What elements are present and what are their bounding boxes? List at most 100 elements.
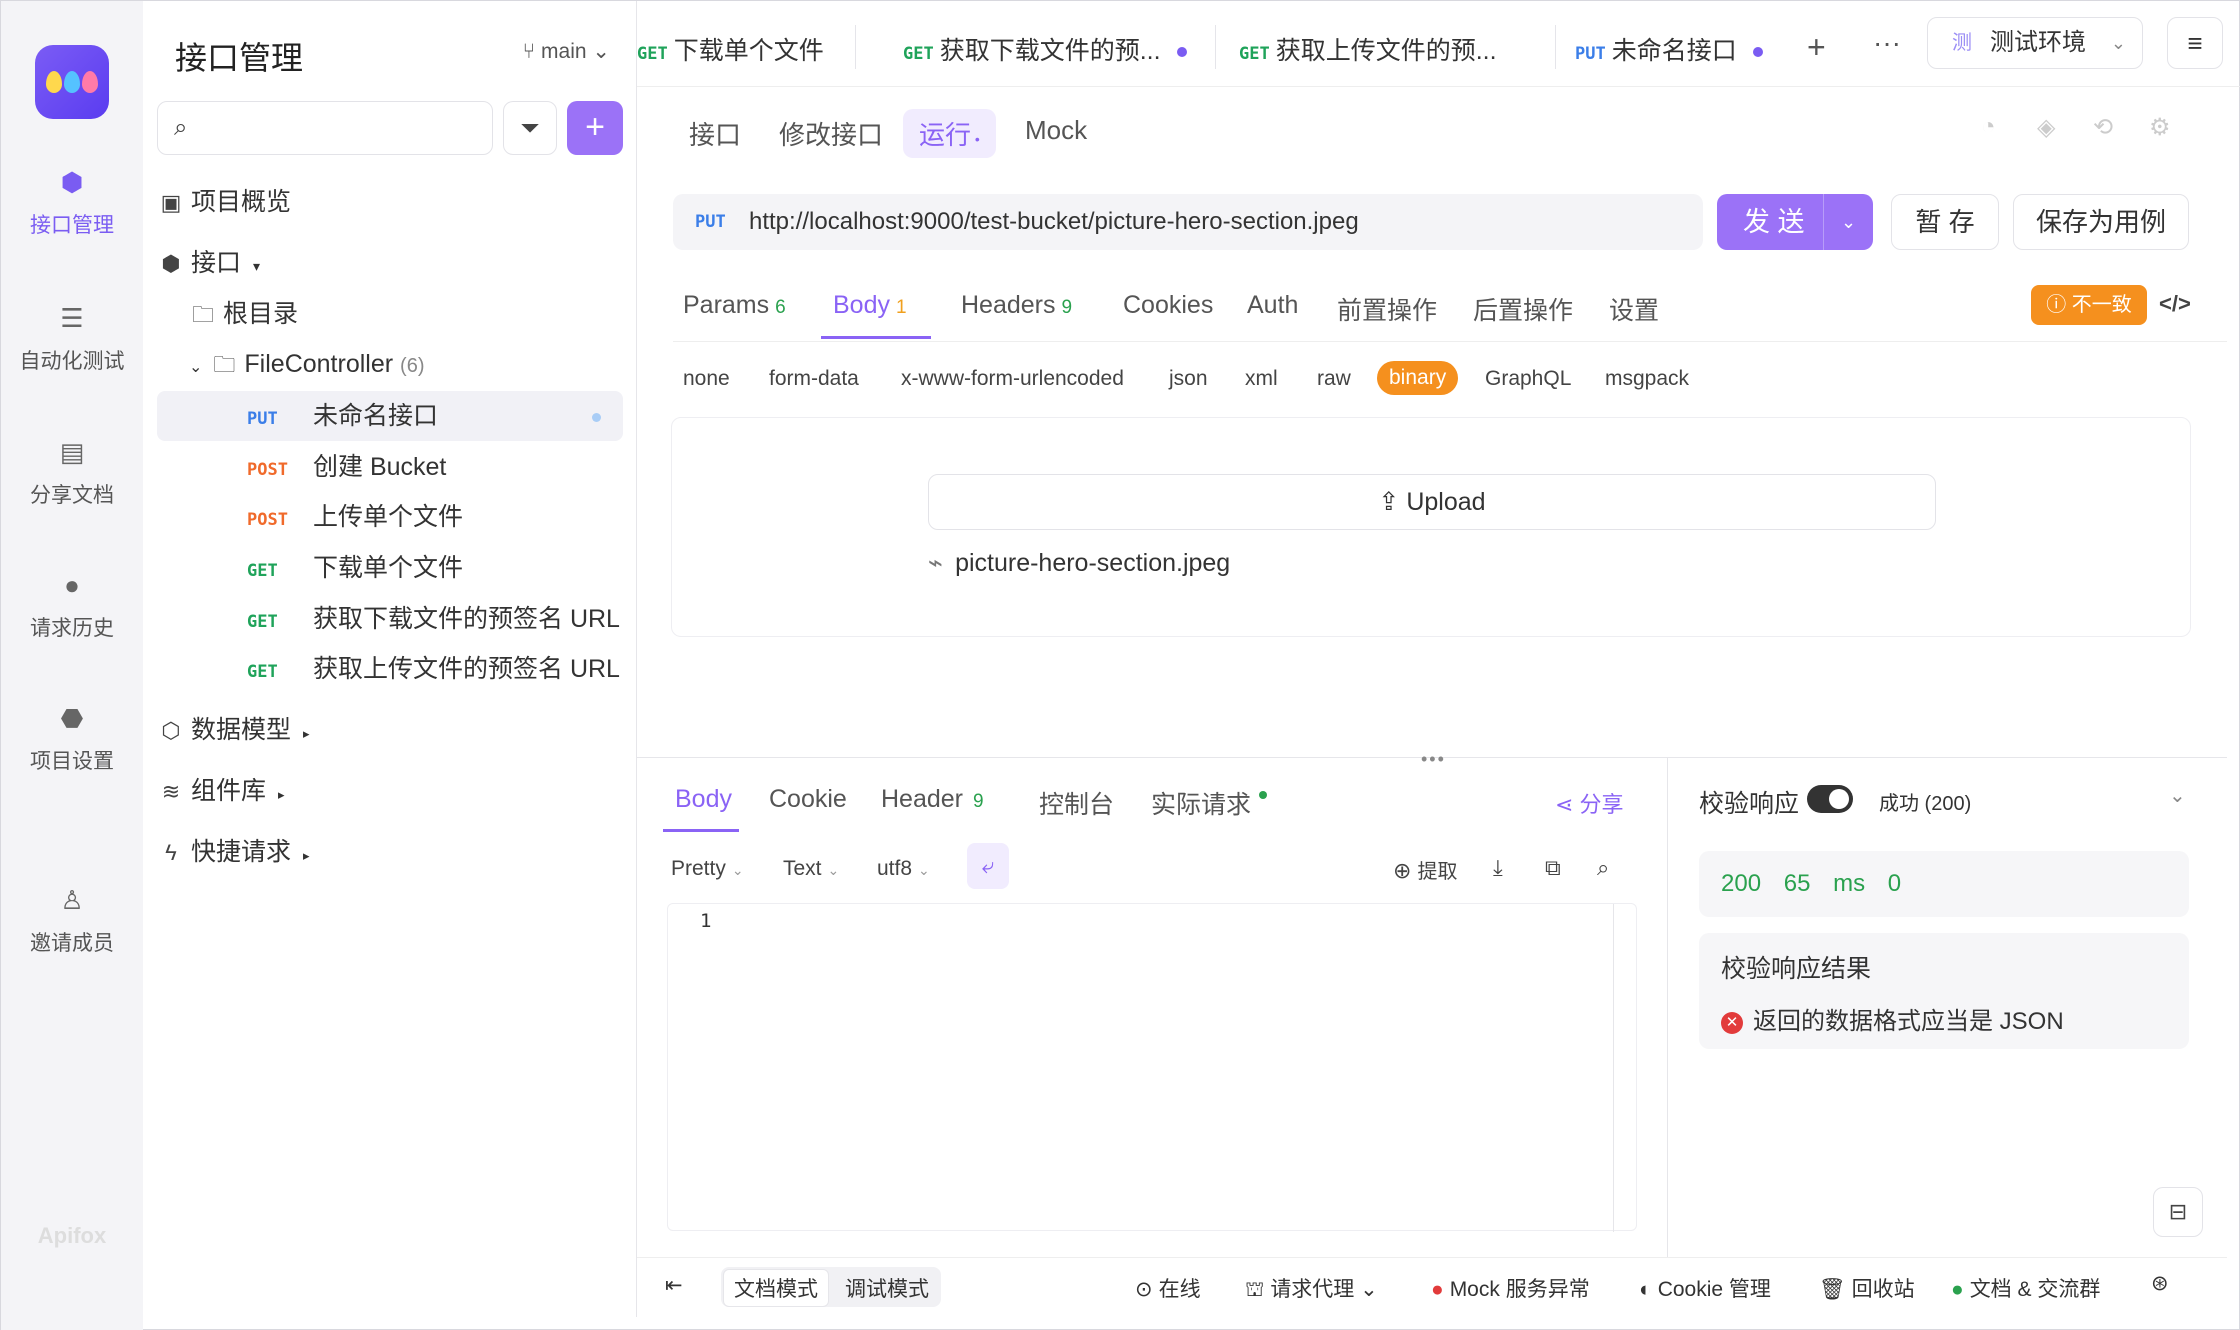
tree-api-item[interactable]: GET 获取下载文件的预签名 URL xyxy=(157,594,623,644)
tab-pre-actions[interactable]: 前置操作 xyxy=(1337,291,1437,327)
tree-item-root[interactable]: 🗀 根目录 xyxy=(189,289,623,339)
tab-params[interactable]: Params 6 xyxy=(683,291,786,320)
send-button[interactable]: 发 送 ⌄ xyxy=(1717,194,1873,250)
code-icon[interactable]: </> xyxy=(2159,291,2191,317)
proxy-select[interactable]: ⛫ 请求代理 ⌄ xyxy=(1245,1273,1378,1304)
chevron-down-icon[interactable]: ⌄ xyxy=(2169,783,2186,808)
share-button[interactable]: ⋖ 分享 xyxy=(1555,787,1624,819)
gear-icon[interactable]: ⚙ xyxy=(2149,113,2171,142)
tree-api-item[interactable]: GET 下载单个文件 xyxy=(157,543,623,593)
tree-item-quick-requests[interactable]: ϟ 快捷请求 ▸ xyxy=(157,827,623,877)
tab-body[interactable]: Body 1 xyxy=(833,291,907,320)
search-input[interactable]: ⌕ xyxy=(157,101,493,155)
rail-item-settings[interactable]: ⬣ 项目设置 xyxy=(1,701,143,775)
save-as-case-button[interactable]: 保存为用例 xyxy=(2013,194,2189,250)
type-select[interactable]: Text ⌄ xyxy=(783,857,839,881)
tab-auth[interactable]: Auth xyxy=(1247,291,1298,320)
body-type-msgpack[interactable]: msgpack xyxy=(1605,367,1689,391)
more-tabs-button[interactable]: ··· xyxy=(1873,27,1901,59)
branch-selector[interactable]: ⑂ main ⌄ xyxy=(523,39,610,64)
environment-select[interactable]: 测测试环境 ⌄ xyxy=(1927,17,2143,69)
app-logo[interactable] xyxy=(35,45,109,119)
response-tab-actual-request[interactable]: 实际请求 xyxy=(1151,785,1268,821)
url-bar[interactable]: PUT http://localhost:9000/test-bucket/pi… xyxy=(673,194,1703,250)
tree-item-components[interactable]: ≋ 组件库 ▸ xyxy=(157,766,623,816)
collapse-sidebar-icon[interactable]: ⇤ xyxy=(665,1273,683,1298)
rail-item-automation[interactable]: ☰ 自动化测试 xyxy=(1,301,143,375)
validation-status[interactable]: 成功 (200) xyxy=(1879,787,1971,816)
wrap-lines-button[interactable]: ⤶ xyxy=(967,843,1009,889)
body-type-raw[interactable]: raw xyxy=(1317,367,1351,391)
url-input[interactable]: http://localhost:9000/test-bucket/pictur… xyxy=(749,194,1359,250)
chart-icon[interactable]: ◔ xyxy=(1981,113,1996,141)
tree-api-item[interactable]: POST 上传单个文件 xyxy=(157,492,623,542)
copy-icon[interactable]: ⧉ xyxy=(1545,855,1561,881)
encoding-select[interactable]: utf8 ⌄ xyxy=(877,857,930,881)
rail-item-share-docs[interactable]: ▤ 分享文档 xyxy=(1,435,143,509)
mismatch-badge[interactable]: ⓘ 不一致 xyxy=(2031,285,2147,325)
mock-status[interactable]: ● Mock 服务异常 xyxy=(1431,1273,1590,1303)
filter-button[interactable]: ⏷ xyxy=(503,101,557,155)
doc-mode-button[interactable]: 文档模式 xyxy=(723,1269,829,1307)
subtab-mock[interactable]: Mock xyxy=(1009,109,1103,152)
response-tab-body[interactable]: Body xyxy=(675,785,732,814)
online-status[interactable]: ⊙ 在线 xyxy=(1135,1273,1201,1303)
tree-item-apis[interactable]: ⬢ 接口 ▾ xyxy=(157,238,623,288)
resize-handle[interactable]: ••• xyxy=(1421,749,1446,770)
upload-button[interactable]: ⇪ Upload xyxy=(928,474,1936,530)
tree-api-item[interactable]: PUT 未命名接口 xyxy=(157,391,623,441)
validation-toggle[interactable] xyxy=(1807,785,1853,813)
body-type-json[interactable]: json xyxy=(1169,367,1208,391)
body-type-graphql[interactable]: GraphQL xyxy=(1485,367,1571,391)
add-button[interactable]: + xyxy=(567,101,623,155)
tab-cookies[interactable]: Cookies xyxy=(1123,291,1213,320)
download-icon[interactable]: ⤓ xyxy=(1493,855,1503,881)
response-editor[interactable]: 1 xyxy=(667,903,1637,1232)
subtab-api[interactable]: 接口 xyxy=(673,109,757,158)
search-icon[interactable]: ⌕ xyxy=(1597,855,1609,881)
method-select[interactable]: PUT xyxy=(695,194,726,250)
trash-button[interactable]: 🗑 回收站 xyxy=(1819,1273,1915,1303)
scrollbar[interactable] xyxy=(1613,904,1614,1232)
attached-file[interactable]: ⌁ picture-hero-section.jpeg xyxy=(928,548,1230,578)
new-tab-button[interactable]: + xyxy=(1807,29,1826,66)
body-type-binary[interactable]: binary xyxy=(1377,361,1459,395)
extract-button[interactable]: ⊕ 提取 xyxy=(1393,855,1458,884)
tree-item-overview[interactable]: ▣ 项目概览 xyxy=(157,177,623,227)
response-tab-console[interactable]: 控制台 xyxy=(1039,785,1114,821)
tree-api-item[interactable]: GET 获取上传文件的预签名 URL xyxy=(157,644,623,694)
flow-icon[interactable]: ⟲ xyxy=(2093,113,2113,142)
response-tab-header[interactable]: Header 9 xyxy=(881,785,984,814)
rail-item-invite[interactable]: ♙ 邀请成员 xyxy=(1,883,143,957)
tree-item-folder[interactable]: ⌄ 🗀 FileController (6) xyxy=(189,339,623,389)
tree-api-item[interactable]: POST 创建 Bucket xyxy=(157,442,623,492)
response-tab-cookie[interactable]: Cookie xyxy=(769,785,847,814)
chevron-down-icon[interactable]: ⌄ xyxy=(1841,194,1856,250)
main-menu-button[interactable]: ≡ xyxy=(2167,17,2223,69)
upload-arrow-icon[interactable]: ⊛ xyxy=(2151,1271,2169,1296)
tab-settings[interactable]: 设置 xyxy=(1609,291,1659,327)
subtab-edit[interactable]: 修改接口 xyxy=(763,109,899,158)
cookie-manager[interactable]: ◐ Cookie 管理 xyxy=(1639,1273,1771,1303)
tab-post-actions[interactable]: 后置操作 xyxy=(1473,291,1573,327)
body-type-none[interactable]: none xyxy=(683,367,730,391)
tab-item[interactable]: GET 下载单个文件 xyxy=(637,31,824,67)
tab-item-active[interactable]: PUT 未命名接口 xyxy=(1575,31,1763,67)
community-link[interactable]: ● 文档 & 交流群 xyxy=(1951,1273,2100,1303)
rail-item-history[interactable]: ● 请求历史 xyxy=(1,568,143,642)
tab-title: 下载单个文件 xyxy=(673,37,824,65)
save-draft-button[interactable]: 暂 存 xyxy=(1891,194,1999,250)
tab-headers[interactable]: Headers 9 xyxy=(961,291,1072,320)
debug-mode-button[interactable]: 调试模式 xyxy=(845,1273,929,1303)
tab-item[interactable]: GET 获取下载文件的预... xyxy=(903,31,1187,67)
layout-toggle-button[interactable]: ⊟ xyxy=(2153,1187,2203,1237)
tab-item[interactable]: GET 获取上传文件的预... xyxy=(1239,31,1497,67)
tree-item-data-models[interactable]: ⬡ 数据模型 ▸ xyxy=(157,705,623,755)
body-type-xml[interactable]: xml xyxy=(1245,367,1278,391)
subtab-run[interactable]: 运行 • xyxy=(903,109,996,158)
shapes-icon[interactable]: ◈ xyxy=(2037,113,2055,142)
format-select[interactable]: Pretty ⌄ xyxy=(671,857,744,881)
rail-item-api[interactable]: ⬢ 接口管理 xyxy=(1,165,143,239)
body-type-urlencoded[interactable]: x-www-form-urlencoded xyxy=(901,367,1124,391)
body-type-form-data[interactable]: form-data xyxy=(769,367,859,391)
